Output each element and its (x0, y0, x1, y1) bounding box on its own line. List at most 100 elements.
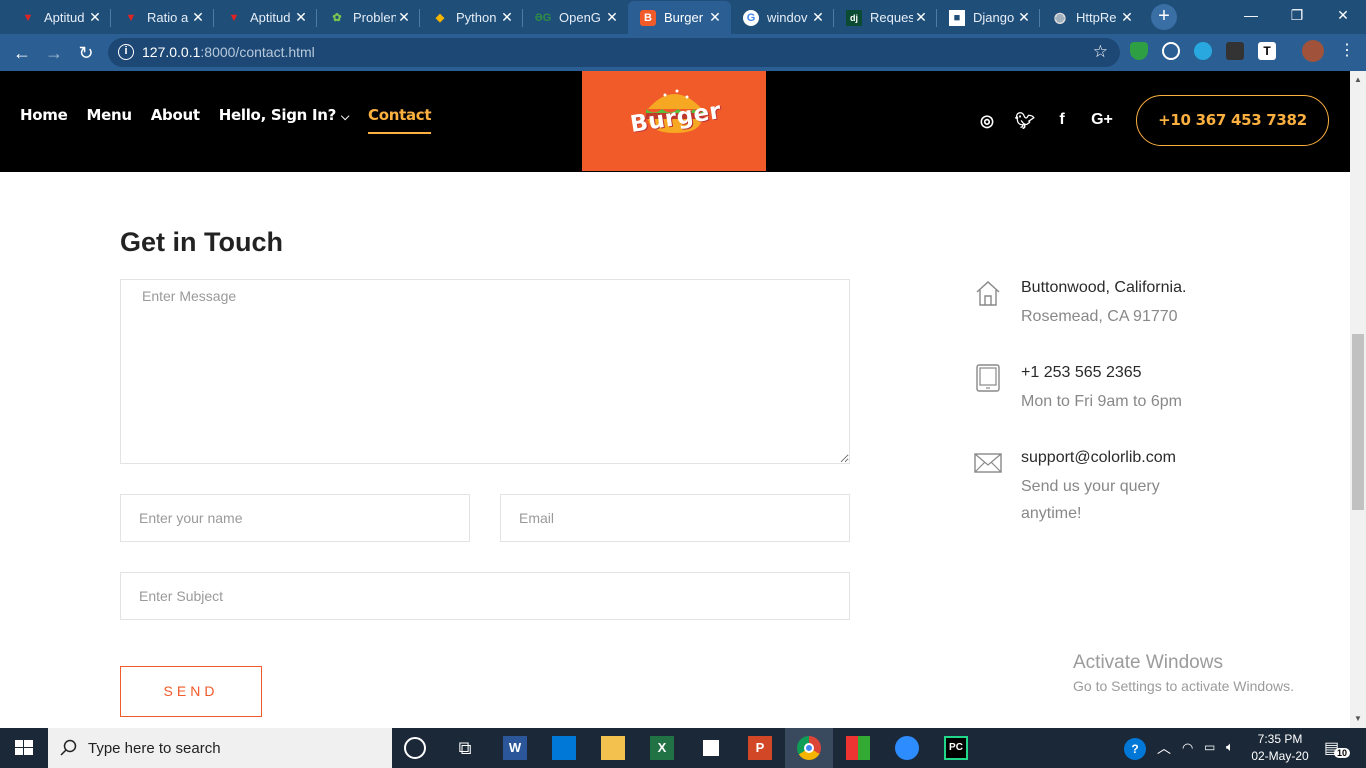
pycharm-icon[interactable]: PC (944, 736, 968, 760)
red-v-icon: ▼ (228, 11, 240, 24)
menu-kebab-icon[interactable]: ⋮ (1338, 42, 1356, 60)
close-window-button[interactable]: ✕ (1320, 0, 1366, 30)
page-title: Get in Touch (120, 227, 283, 257)
mail-icon[interactable] (552, 736, 576, 760)
store-icon[interactable] (699, 736, 723, 760)
battery-icon[interactable]: ▭ (1204, 740, 1215, 754)
browser-tab[interactable]: ◆ Python ✕ (420, 1, 523, 34)
browser-tab[interactable]: ✿ Problen ✕ (317, 1, 420, 34)
shield-extension-icon[interactable] (1130, 42, 1148, 60)
subject-field[interactable] (120, 572, 850, 620)
scrollbar-thumb[interactable] (1352, 334, 1364, 510)
wifi-icon[interactable]: ◠ (1182, 740, 1193, 756)
minimize-button[interactable]: — (1228, 0, 1274, 30)
browser-tab[interactable]: ▼ Ratio a ✕ (111, 1, 214, 34)
instagram-icon[interactable]: ◎ (976, 111, 998, 131)
new-tab-button[interactable]: + (1151, 4, 1177, 30)
volume-icon[interactable]: 🔈︎ (1226, 739, 1234, 755)
excel-icon[interactable]: X (650, 736, 674, 760)
word-icon[interactable]: W (503, 736, 527, 760)
search-icon (60, 739, 77, 756)
restore-button[interactable]: ❐ (1274, 0, 1320, 30)
nav-menu[interactable]: Menu (86, 106, 132, 134)
bookmark-star-icon[interactable]: ☆ (1093, 42, 1108, 62)
nav-about[interactable]: About (151, 106, 200, 134)
tablet-icon (976, 364, 1000, 392)
browser-tab[interactable]: ▼ Aptitud ✕ (8, 1, 111, 34)
close-icon[interactable]: ✕ (913, 9, 929, 26)
close-icon[interactable]: ✕ (604, 9, 620, 26)
colab-icon: ◆ (435, 12, 445, 24)
main-nav: Home Menu About Hello, Sign In? ⌵ Contac… (20, 106, 450, 134)
browser-tab[interactable]: G windov ✕ (731, 1, 834, 34)
close-icon[interactable]: ✕ (396, 9, 412, 26)
browser-toolbar: ← → ↻ i 127.0.0.1:8000/contact.html ☆ (0, 34, 1366, 71)
nav-sign-in[interactable]: Hello, Sign In? ⌵ (219, 106, 350, 134)
email-field[interactable] (500, 494, 850, 542)
scroll-up-arrow-icon[interactable]: ▲ (1354, 75, 1362, 84)
google-plus-icon[interactable]: G+ (1089, 111, 1115, 129)
square-icon: ■ (949, 9, 965, 26)
extension-icon[interactable] (1194, 42, 1212, 60)
close-icon[interactable]: ✕ (1119, 9, 1135, 26)
browser-tab-active[interactable]: B Burger ✕ (628, 1, 731, 34)
app-icon[interactable] (846, 736, 870, 760)
send-button[interactable]: SEND (120, 666, 262, 717)
block-extension-icon[interactable] (1162, 42, 1180, 60)
red-v-icon: ▼ (125, 11, 137, 24)
powerpoint-icon[interactable]: P (748, 736, 772, 760)
scroll-down-arrow-icon[interactable]: ▼ (1354, 714, 1362, 723)
reload-icon[interactable]: ↻ (74, 41, 98, 65)
task-view-icon[interactable]: ⧉ (453, 736, 477, 760)
chrome-taskbar-button[interactable] (785, 728, 833, 768)
browser-tab[interactable]: ▼ Aptitud ✕ (214, 1, 317, 34)
nav-contact[interactable]: Contact (368, 106, 432, 134)
nav-home[interactable]: Home (20, 106, 68, 134)
avatar[interactable] (1302, 40, 1324, 62)
close-icon[interactable]: ✕ (190, 9, 206, 26)
chrome-icon (797, 736, 821, 760)
file-explorer-icon[interactable] (601, 736, 625, 760)
twitter-icon[interactable]: 🐦︎ (1014, 111, 1036, 131)
close-icon[interactable]: ✕ (293, 9, 309, 26)
pdf-extension-icon[interactable] (1226, 42, 1244, 60)
browser-tab[interactable]: ƏG OpenG ✕ (523, 1, 628, 34)
browser-tab[interactable]: ◍ HttpRe ✕ (1040, 1, 1143, 34)
site-header: Home Menu About Hello, Sign In? ⌵ Contac… (0, 71, 1350, 172)
info-icon[interactable]: i (118, 44, 134, 60)
close-icon[interactable]: ✕ (707, 9, 723, 26)
envelope-icon (974, 453, 1002, 473)
taskbar-clock[interactable]: 7:35 PM 02-May-20 (1250, 731, 1310, 765)
taskbar-search[interactable]: Type here to search (48, 728, 392, 768)
phone-button[interactable]: +10 367 453 7382 (1136, 95, 1329, 146)
google-icon: G (743, 9, 759, 26)
url-text: 127.0.0.1:8000/contact.html (142, 44, 315, 60)
page-scrollbar[interactable]: ▲ ▼ (1350, 71, 1366, 728)
forward-arrow-icon[interactable]: → (42, 41, 66, 65)
hackerrank-icon: ✿ (332, 12, 342, 24)
close-icon[interactable]: ✕ (87, 9, 103, 26)
help-icon[interactable]: ? (1124, 738, 1146, 760)
browser-tab[interactable]: dj Reques ✕ (834, 1, 937, 34)
message-field[interactable] (120, 279, 850, 464)
name-field[interactable] (120, 494, 470, 542)
close-icon[interactable]: ✕ (1016, 9, 1032, 26)
site-logo[interactable]: Burger (582, 71, 766, 171)
browser-tab-strip: ▼ Aptitud ✕ ▼ Ratio a ✕ ▼ Aptitud ✕ ✿ Pr… (0, 0, 1366, 34)
close-icon[interactable]: ✕ (810, 9, 826, 26)
cortana-icon[interactable] (404, 737, 426, 759)
windows-start-icon[interactable] (0, 728, 48, 768)
activate-windows-watermark: Activate Windows Go to Settings to activ… (1073, 652, 1294, 694)
facebook-icon[interactable]: f (1051, 111, 1073, 129)
browser-tab[interactable]: ■ Django ✕ (937, 1, 1040, 34)
close-icon[interactable]: ✕ (499, 9, 515, 26)
address-bar[interactable]: i 127.0.0.1:8000/contact.html ☆ (108, 38, 1120, 67)
notification-count-badge: 10 (1334, 748, 1351, 758)
chevron-up-icon[interactable]: ︿ (1157, 738, 1171, 758)
chevron-down-icon: ⌵ (340, 110, 350, 123)
back-arrow-icon[interactable]: ← (10, 41, 34, 65)
red-v-icon: ▼ (22, 11, 34, 24)
zoom-icon[interactable] (895, 736, 919, 760)
t-extension-icon[interactable]: T (1258, 42, 1276, 60)
globe-icon: ◍ (1053, 9, 1067, 25)
